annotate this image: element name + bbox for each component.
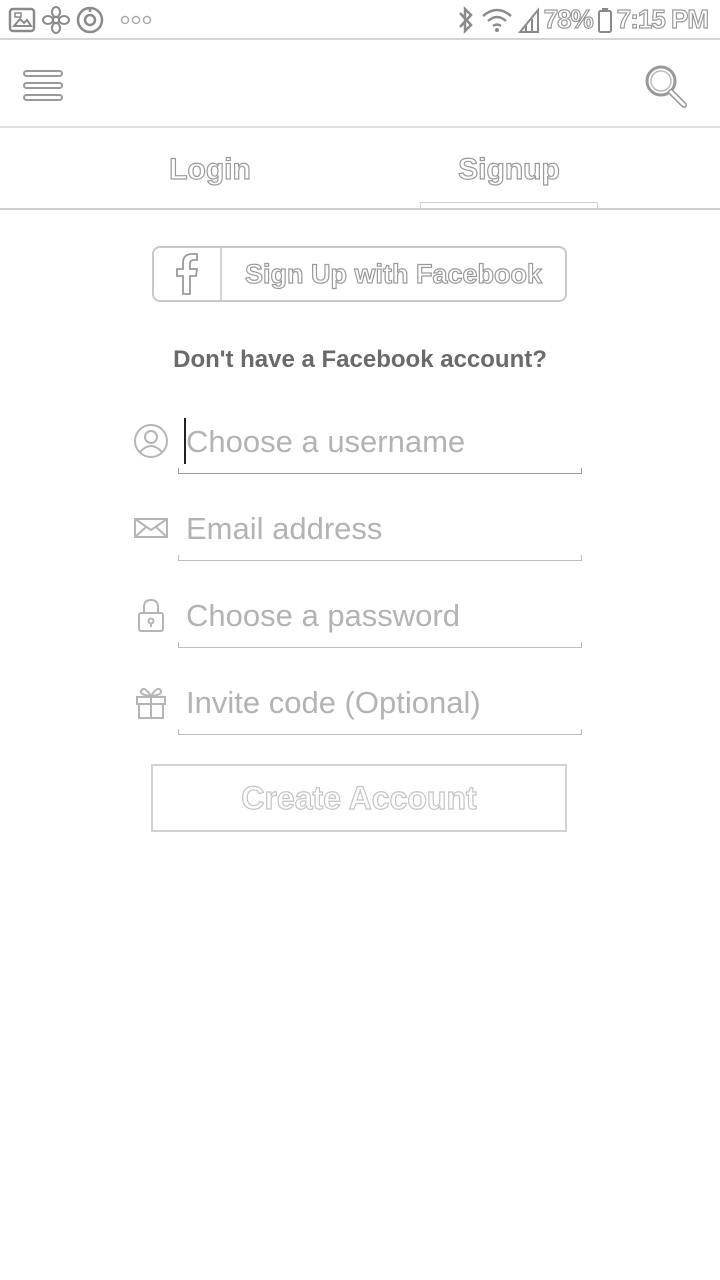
no-facebook-prompt: Don't have a Facebook account? [173,346,547,373]
facebook-button-label: Sign Up with Facebook [244,258,542,289]
facebook-icon-box [154,248,222,300]
username-underline [178,468,582,474]
password-underline [178,642,582,648]
signal-icon [517,6,539,33]
tab-signup-label: Signup [458,152,561,186]
tab-signup[interactable]: Signup [420,130,598,210]
hamburger-menu-icon[interactable] [22,68,64,104]
status-bar-right: 78% 7:15 PM [456,3,710,35]
tab-selected-indicator [420,202,598,208]
user-icon [134,424,168,458]
more-dots-icon [120,15,152,25]
status-bar-left [8,6,152,34]
invite-underline [178,729,582,735]
email-underline [178,555,582,561]
gallery-icon [8,7,36,33]
bluetooth-icon [458,5,473,34]
battery-icon [597,7,612,33]
app-bar [0,42,720,128]
password-input[interactable] [178,586,582,642]
invite-code-input[interactable] [178,673,582,729]
gift-icon [136,687,166,719]
signup-with-facebook-button[interactable]: Sign Up with Facebook [152,246,567,302]
username-input[interactable] [178,412,582,468]
envelope-icon [134,518,168,538]
tab-login[interactable]: Login [110,130,310,210]
password-field-row [132,586,584,648]
facebook-icon [176,253,199,295]
clock: 7:15 PM [616,3,709,34]
tab-login-label: Login [169,152,252,186]
battery-percent: 78% [543,3,594,34]
status-bar: 78% 7:15 PM [0,0,720,40]
pinwheel-icon [42,6,70,34]
create-account-button[interactable]: Create Account [151,764,567,832]
text-cursor [184,418,186,464]
email-field-row [132,499,584,561]
search-icon[interactable] [642,62,690,110]
lock-icon [138,598,164,632]
target-icon [76,6,104,34]
tab-bar: Login Signup [0,130,720,210]
email-input[interactable] [178,499,582,555]
invite-field-row [132,673,584,735]
wifi-icon [481,8,512,32]
username-field-row [132,412,584,474]
create-account-label: Create Account [241,779,478,816]
